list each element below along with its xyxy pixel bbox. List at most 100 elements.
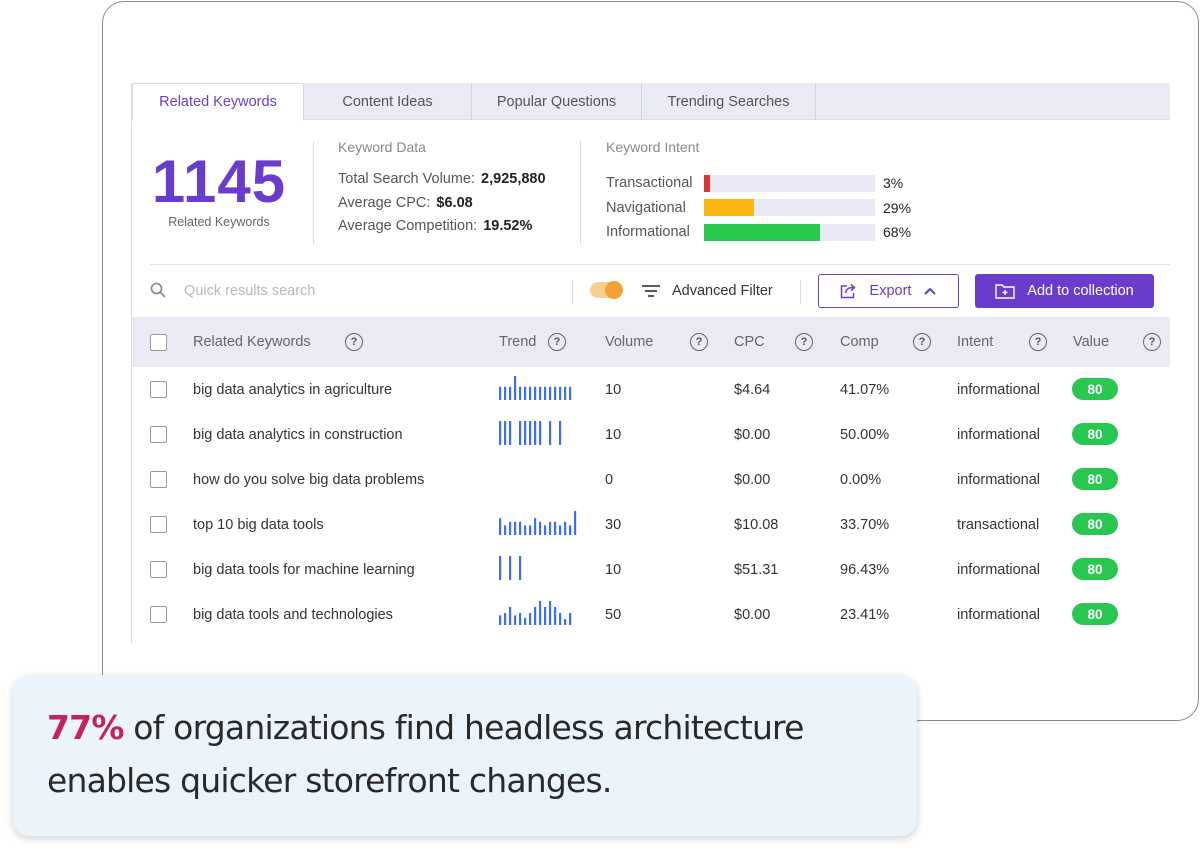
trend-bar: [504, 613, 507, 625]
keyword-data-title: Keyword Data: [338, 139, 426, 155]
keyword-cell[interactable]: how do you solve big data problems: [193, 457, 424, 502]
trend-bar: [554, 521, 557, 535]
trend-bar: [564, 386, 567, 400]
trend-bar: [544, 525, 547, 535]
help-icon[interactable]: ?: [548, 333, 566, 351]
trend-bar: [564, 619, 567, 625]
intent-bar: [704, 223, 875, 241]
search-icon: [150, 282, 166, 298]
row-checkbox[interactable]: [150, 471, 167, 488]
table-row[interactable]: big data tools and technologies 50 $0.00 23…: [132, 592, 1170, 637]
intent-row-navigational: Navigational 29%: [606, 196, 911, 221]
keyword-cell[interactable]: big data tools for machine learning: [193, 547, 415, 592]
trend-bar: [534, 386, 537, 400]
trend-bar: [559, 525, 562, 535]
column-header-trend[interactable]: Trend: [499, 317, 536, 367]
trend-sparkline: [499, 511, 577, 535]
add-to-collection-label: Add to collection: [1027, 283, 1134, 299]
trend-bar: [569, 525, 572, 535]
row-checkbox[interactable]: [150, 381, 167, 398]
keyword-cell[interactable]: big data tools and technologies: [193, 592, 393, 637]
related-keywords-count: 1145 Related Keywords: [150, 151, 288, 230]
intent-label: Navigational: [606, 199, 686, 216]
callout-body: of organizations find headless architect…: [47, 708, 804, 800]
cpc-cell: $51.31: [734, 561, 779, 578]
table-row[interactable]: big data analytics in agriculture 10 $4.64…: [132, 367, 1170, 412]
trend-bar: [499, 386, 502, 400]
total-search-volume: Total Search Volume: 2,925,880: [338, 171, 546, 187]
row-checkbox[interactable]: [150, 606, 167, 623]
help-icon[interactable]: ?: [690, 333, 708, 351]
trend-bar: [549, 421, 552, 445]
trend-bar: [509, 556, 512, 580]
trend-bar: [499, 556, 502, 580]
value-badge: 80: [1072, 378, 1118, 400]
tab-content-ideas[interactable]: Content Ideas: [304, 83, 472, 120]
select-all-checkbox[interactable]: [150, 334, 167, 351]
trend-bar: [519, 556, 522, 580]
export-label: Export: [869, 283, 912, 299]
keyword-intent-section: Keyword Intent Transactional 3% Navigation…: [606, 139, 911, 245]
tab-related-keywords[interactable]: Related Keywords: [132, 83, 304, 121]
trend-bar: [504, 421, 507, 445]
trend-bar: [509, 386, 512, 400]
column-header-comp[interactable]: Comp: [840, 317, 879, 367]
trend-bar: [574, 511, 577, 535]
export-button[interactable]: Export: [818, 274, 959, 308]
toggle-knob: [605, 281, 623, 299]
trend-bar: [519, 521, 522, 535]
help-icon[interactable]: ?: [795, 333, 813, 351]
trend-bar: [524, 525, 527, 535]
tab-trending-searches[interactable]: Trending Searches: [642, 83, 816, 120]
row-checkbox[interactable]: [150, 426, 167, 443]
trend-bar: [529, 421, 532, 445]
help-icon[interactable]: ?: [913, 333, 931, 351]
keyword-cell[interactable]: top 10 big data tools: [193, 502, 324, 547]
trend-bar: [514, 521, 517, 535]
help-icon[interactable]: ?: [1029, 333, 1047, 351]
help-icon[interactable]: ?: [1143, 333, 1161, 351]
intent-percent: 68%: [883, 224, 912, 241]
tab-popular-questions[interactable]: Popular Questions: [472, 83, 642, 120]
filter-toggle[interactable]: [590, 281, 623, 299]
volume-cell: 50: [605, 606, 622, 623]
table-row[interactable]: how do you solve big data problems 0 $0.00…: [132, 457, 1170, 502]
trend-bar: [499, 615, 502, 625]
trend-bar: [514, 376, 517, 400]
column-header-volume[interactable]: Volume: [605, 317, 653, 367]
table-row[interactable]: big data tools for machine learning 10 $51…: [132, 547, 1170, 592]
trend-bar: [499, 421, 502, 445]
column-header-keyword[interactable]: Related Keywords: [193, 317, 311, 367]
column-header-intent[interactable]: Intent: [957, 317, 993, 367]
add-to-collection-button[interactable]: Add to collection: [975, 274, 1154, 308]
trend-bar: [519, 613, 522, 625]
trend-bar: [514, 615, 517, 625]
column-header-cpc[interactable]: CPC: [734, 317, 765, 367]
keyword-cell[interactable]: big data analytics in agriculture: [193, 367, 392, 412]
keyword-cell[interactable]: big data analytics in construction: [193, 412, 403, 457]
trend-bar: [509, 607, 512, 625]
value-badge: 80: [1072, 468, 1118, 490]
table-row[interactable]: top 10 big data tools 30 $10.08 33.70% trans…: [132, 502, 1170, 547]
keyword-research-panel: Related Keywords Content Ideas Popular Q…: [131, 83, 1170, 643]
intent-cell: informational: [957, 381, 1041, 398]
help-icon[interactable]: ?: [345, 333, 363, 351]
intent-percent: 3%: [883, 175, 904, 192]
trend-bar: [519, 421, 522, 445]
divider: [580, 141, 581, 244]
cpc-cell: $0.00: [734, 471, 771, 488]
cpc-cell: $0.00: [734, 606, 771, 623]
column-header-value[interactable]: Value: [1073, 317, 1109, 367]
row-checkbox[interactable]: [150, 516, 167, 533]
results-toolbar: Advanced Filter Export Add to collection: [132, 273, 1170, 317]
comp-cell: 0.00%: [840, 471, 882, 488]
quick-results-search-input[interactable]: [184, 280, 564, 302]
comp-cell: 41.07%: [840, 381, 890, 398]
row-checkbox[interactable]: [150, 561, 167, 578]
trend-bar: [549, 386, 552, 400]
intent-row-informational: Informational 68%: [606, 220, 911, 245]
table-row[interactable]: big data analytics in construction 10 $0.0…: [132, 412, 1170, 457]
advanced-filter-button[interactable]: Advanced Filter: [642, 278, 773, 304]
trend-bar: [554, 607, 557, 625]
trend-bar: [539, 521, 542, 535]
